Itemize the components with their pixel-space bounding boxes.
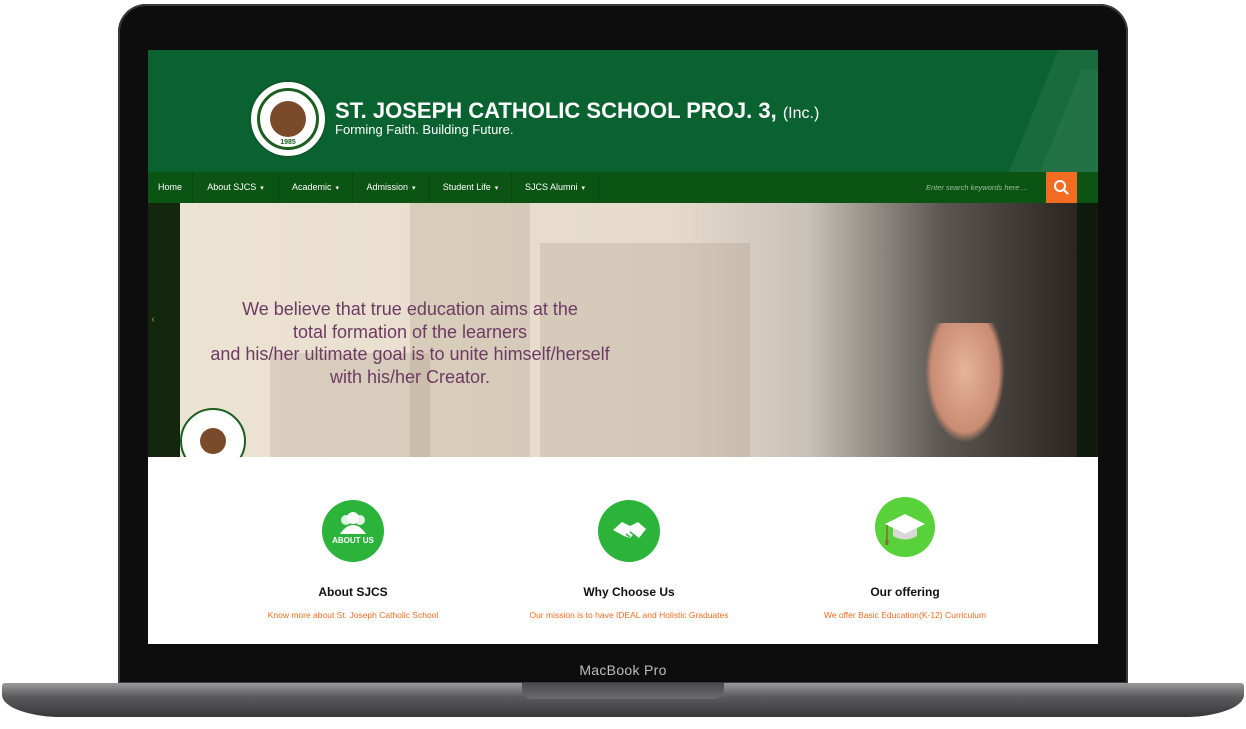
site-title[interactable]: ST. JOSEPH CATHOLIC SCHOOL PROJ. 3, (Inc… xyxy=(335,98,819,124)
hero-school-logo xyxy=(180,408,246,457)
site-tagline: Forming Faith. Building Future. xyxy=(335,122,514,137)
saint-emblem-icon xyxy=(200,428,226,454)
nav-item-alumni[interactable]: SJCS Alumni ▾ xyxy=(512,172,599,203)
chevron-down-icon: ▾ xyxy=(412,185,416,192)
website-screen: 1985 ST. JOSEPH CATHOLIC SCHOOL PROJ. 3,… xyxy=(148,50,1098,644)
praying-hands-image xyxy=(925,323,1005,443)
about-us-icon-text: ABOUT US xyxy=(332,536,374,545)
main-nav: Home About SJCS ▾ Academic ▾ Admission ▾ St… xyxy=(148,172,1098,203)
hero-quote: We believe that true education aims at t… xyxy=(210,299,610,387)
hero-slide: We believe that true education aims at t… xyxy=(180,203,1077,457)
site-header: 1985 ST. JOSEPH CATHOLIC SCHOOL PROJ. 3,… xyxy=(148,50,1098,172)
chevron-down-icon: ▾ xyxy=(494,185,499,192)
feature-subtitle[interactable]: Our mission is to have IDEAL and Holisti… xyxy=(489,610,769,620)
slider-prev-icon[interactable]: ‹ xyxy=(148,314,158,325)
feature-subtitle[interactable]: Know more about St. Joseph Catholic Scho… xyxy=(213,610,493,620)
nav-item-admission[interactable]: Admission ▾ xyxy=(353,172,430,203)
school-logo[interactable]: 1985 xyxy=(249,80,327,158)
search-button[interactable] xyxy=(1046,172,1077,203)
chevron-down-icon: ▾ xyxy=(260,185,264,192)
nav-item-home[interactable]: Home xyxy=(148,172,193,203)
laptop-notch xyxy=(522,683,724,699)
nav-item-student-life[interactable]: Student Life ▾ xyxy=(430,172,512,203)
feature-subtitle[interactable]: We offer Basic Education(K-12) Curriculu… xyxy=(765,610,1045,620)
about-us-icon[interactable]: ABOUT US xyxy=(322,500,384,562)
feature-title: Why Choose Us xyxy=(583,585,675,599)
chevron-down-icon: ▾ xyxy=(581,185,586,192)
nav-item-about[interactable]: About SJCS ▾ xyxy=(193,172,279,203)
features-section: ABOUT US About SJCS Know more about St. … xyxy=(148,457,1098,644)
site-title-suffix: (Inc.) xyxy=(782,105,820,122)
nav-item-academic[interactable]: Academic ▾ xyxy=(279,172,353,203)
slider-right-margin xyxy=(1077,203,1098,457)
handshake-icon[interactable] xyxy=(598,500,660,562)
search-icon xyxy=(1054,180,1069,195)
feature-title: Our offering xyxy=(870,585,940,599)
logo-year: 1985 xyxy=(280,139,296,146)
saint-emblem-icon xyxy=(270,101,306,137)
search-input[interactable] xyxy=(922,176,1054,199)
graduation-cap-icon[interactable] xyxy=(875,497,935,557)
device-brand-label: MacBook Pro xyxy=(579,662,667,678)
feature-title: About SJCS xyxy=(318,585,388,599)
slider-left-margin xyxy=(148,203,180,457)
chevron-down-icon: ▾ xyxy=(335,185,340,192)
